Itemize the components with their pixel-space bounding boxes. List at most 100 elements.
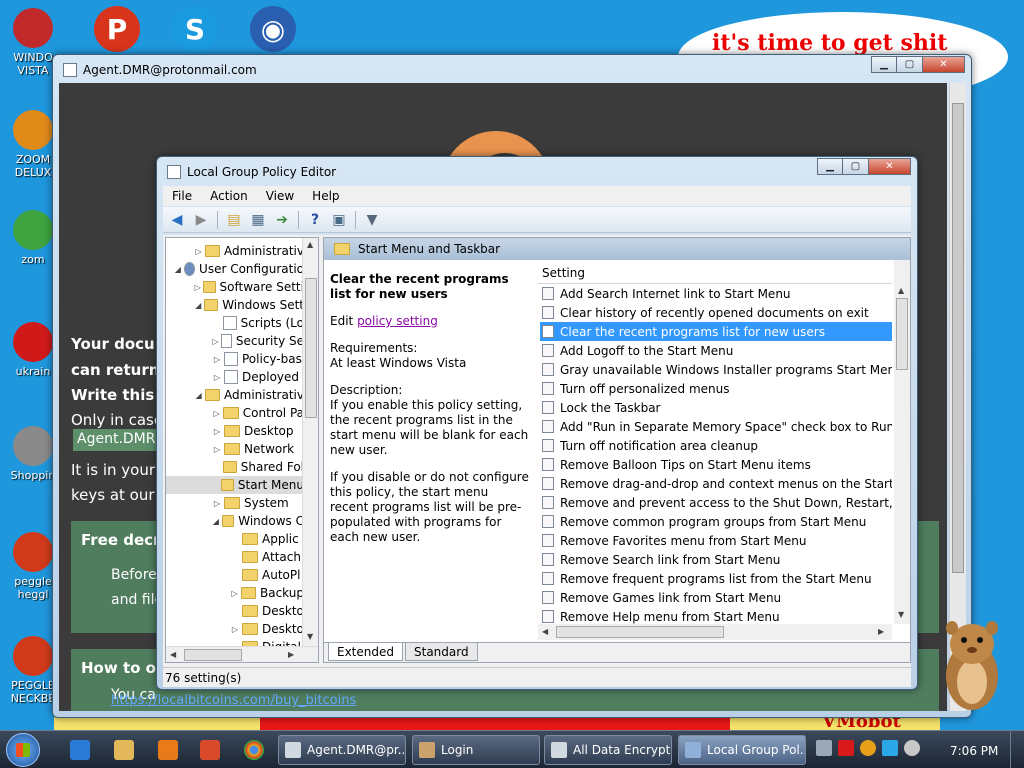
scroll-right-icon[interactable]: ▶ (878, 627, 884, 636)
scroll-down-icon[interactable]: ▼ (898, 610, 904, 619)
setting-row[interactable]: Add "Run in Separate Memory Space" check… (540, 417, 892, 436)
app-shortcut-icon[interactable] (200, 740, 220, 760)
peggle-icon[interactable]: P (94, 6, 140, 52)
tree-node[interactable]: ▷ Administrativ (166, 242, 304, 260)
setting-row[interactable]: Remove Balloon Tips on Start Menu items (540, 455, 892, 474)
tree-node[interactable]: ▷ Deskto (166, 620, 304, 638)
setting-row[interactable]: Add Search Internet link to Start Menu (540, 284, 892, 303)
start-button[interactable] (6, 733, 40, 767)
media-player-icon[interactable] (158, 740, 178, 760)
scroll-thumb[interactable] (305, 278, 317, 418)
setting-row[interactable]: Lock the Taskbar (540, 398, 892, 417)
minimize-button[interactable]: ▁ (817, 158, 843, 175)
tray-icon[interactable] (816, 740, 832, 756)
internet-explorer-icon[interactable] (70, 740, 90, 760)
scroll-thumb[interactable] (556, 626, 724, 638)
search-icon[interactable] (860, 740, 876, 756)
scroll-right-icon[interactable]: ▶ (288, 650, 294, 659)
up-folder-icon[interactable]: ▤ (224, 210, 244, 230)
scroll-left-icon[interactable]: ◀ (542, 627, 548, 636)
tree-node[interactable]: ◢ Windows Sett (166, 296, 304, 314)
help-icon[interactable]: ? (305, 210, 325, 230)
tree-node[interactable]: ▷ Software Setti (166, 278, 304, 296)
setting-row[interactable]: Remove and prevent access to the Shut Do… (540, 493, 892, 512)
tree-node[interactable]: ◢ Windows C (166, 512, 304, 530)
maximize-button[interactable]: ▢ (843, 158, 869, 175)
menu-action[interactable]: Action (201, 189, 257, 203)
export-list-icon[interactable]: ➔ (272, 210, 292, 230)
minimize-button[interactable]: ▁ (871, 56, 897, 73)
expand-arrow-icon[interactable]: ◢ (174, 265, 182, 274)
taskbar-button[interactable]: Local Group Pol... (678, 735, 806, 765)
expand-arrow-icon[interactable]: ◢ (194, 301, 202, 310)
setting-row[interactable]: Remove Search link from Start Menu (540, 550, 892, 569)
expand-arrow-icon[interactable]: ◢ (194, 391, 203, 400)
skype-icon[interactable]: S (172, 6, 218, 52)
tree-hscrollbar[interactable]: ◀ ▶ (166, 646, 318, 662)
tray-icon[interactable] (838, 740, 854, 756)
expand-arrow-icon[interactable]: ▷ (212, 445, 222, 454)
column-header-setting[interactable]: Setting (538, 260, 892, 284)
setting-row[interactable]: Remove frequent programs list from the S… (540, 569, 892, 588)
setting-row[interactable]: Turn off notification area cleanup (540, 436, 892, 455)
setting-row[interactable]: Remove Help menu from Start Menu (540, 607, 892, 624)
tree-node[interactable]: Shared Fol (166, 458, 304, 476)
expand-arrow-icon[interactable]: ◢ (212, 517, 220, 526)
tree-node[interactable]: ◢ User Configuratio (166, 260, 304, 278)
scroll-up-icon[interactable]: ▲ (307, 240, 313, 249)
expand-arrow-icon[interactable]: ▷ (230, 589, 239, 598)
expand-arrow-icon[interactable]: ▷ (230, 625, 240, 634)
list-scrollbar[interactable]: ▲ ▼ (894, 260, 910, 624)
tree-node[interactable]: ▷ Network (166, 440, 304, 458)
file-explorer-icon[interactable] (114, 740, 134, 760)
tree-node[interactable]: ▷ Desktop (166, 422, 304, 440)
tree-node[interactable]: ▷ Security Se (166, 332, 304, 350)
setting-row[interactable]: Remove drag-and-drop and context menus o… (540, 474, 892, 493)
expand-arrow-icon[interactable]: ▷ (212, 373, 222, 382)
show-desktop-button[interactable] (1010, 731, 1024, 768)
tree-node[interactable]: Applic (166, 530, 304, 548)
expand-arrow-icon[interactable]: ▷ (194, 247, 203, 256)
scroll-up-icon[interactable]: ▲ (898, 286, 904, 295)
tree-scrollbar[interactable]: ▲ ▼ (302, 238, 318, 646)
tree-node[interactable]: ▷ Control Pa (166, 404, 304, 422)
expand-arrow-icon[interactable]: ▷ (212, 409, 221, 418)
setting-row[interactable]: Remove common program groups from Start … (540, 512, 892, 531)
chrome-icon[interactable] (244, 740, 264, 760)
tree-node[interactable]: ▷ Policy-bas (166, 350, 304, 368)
expand-arrow-icon[interactable]: ▷ (212, 427, 222, 436)
setting-row[interactable]: Remove Favorites menu from Start Menu (540, 531, 892, 550)
taskbar-button[interactable]: Login (412, 735, 540, 765)
bitcoin-link[interactable]: https://localbitcoins.com/buy_bitcoins (111, 693, 356, 708)
menu-view[interactable]: View (257, 189, 303, 203)
tree-node[interactable]: Attach (166, 548, 304, 566)
maximize-button[interactable]: ▢ (897, 56, 923, 73)
expand-arrow-icon[interactable]: ▷ (212, 355, 222, 364)
group-policy-editor-window[interactable]: Local Group Policy Editor ▁ ▢ ✕ File Act… (156, 156, 918, 690)
menu-file[interactable]: File (163, 189, 201, 203)
setting-row[interactable]: Gray unavailable Windows Installer progr… (540, 360, 892, 379)
tab-extended[interactable]: Extended (328, 643, 403, 661)
expand-arrow-icon[interactable]: ▷ (212, 337, 219, 346)
tree-node[interactable]: ▷ System (166, 494, 304, 512)
taskbar-button[interactable]: Agent.DMR@pr... (278, 735, 406, 765)
scroll-down-icon[interactable]: ▼ (307, 632, 313, 641)
tree-node[interactable]: ◢ Administrativ (166, 386, 304, 404)
tray-icon[interactable] (882, 740, 898, 756)
scroll-left-icon[interactable]: ◀ (170, 650, 176, 659)
setting-row[interactable]: Clear the recent programs list for new u… (540, 322, 892, 341)
tree-node[interactable]: ▷ Backup (166, 584, 305, 602)
close-button[interactable]: ✕ (869, 158, 911, 175)
tray-icon[interactable] (904, 740, 920, 756)
scroll-thumb[interactable] (896, 298, 908, 370)
tree-node[interactable]: ▷ Deployed (166, 368, 304, 386)
list-hscrollbar[interactable]: ◀ ▶ (538, 624, 892, 640)
setting-row[interactable]: Add Logoff to the Start Menu (540, 341, 892, 360)
close-button[interactable]: ✕ (923, 56, 965, 73)
policy-tree[interactable]: ▷ Administrativ ◢ User Configuratio ▷ Softwar… (165, 237, 319, 663)
menu-help[interactable]: Help (303, 189, 348, 203)
expand-arrow-icon[interactable]: ▷ (194, 283, 201, 292)
tab-standard[interactable]: Standard (405, 643, 478, 661)
globe-icon[interactable]: ◉ (250, 6, 296, 52)
setting-row[interactable]: Clear history of recently opened documen… (540, 303, 892, 322)
